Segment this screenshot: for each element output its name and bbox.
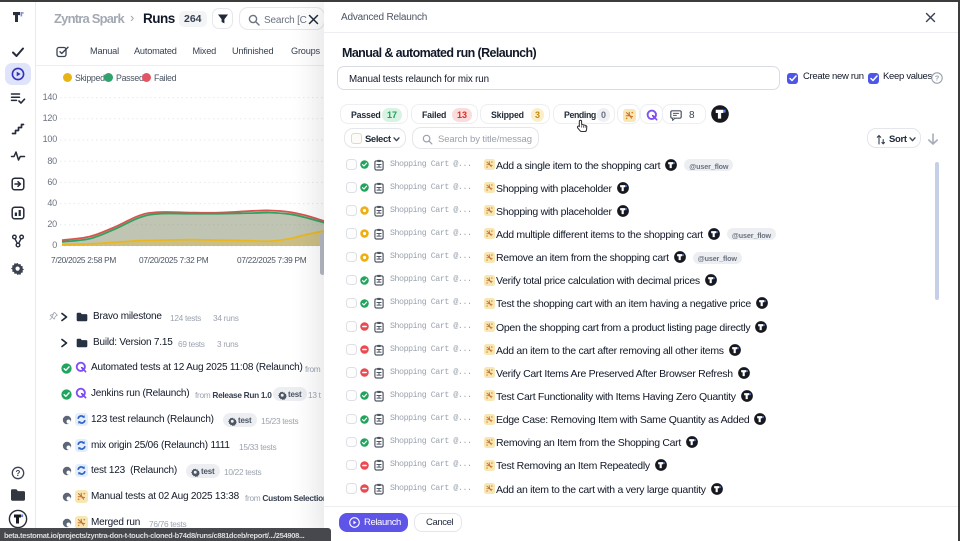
svg-text:?: ?: [15, 469, 20, 478]
svg-text:?: ?: [935, 74, 940, 83]
